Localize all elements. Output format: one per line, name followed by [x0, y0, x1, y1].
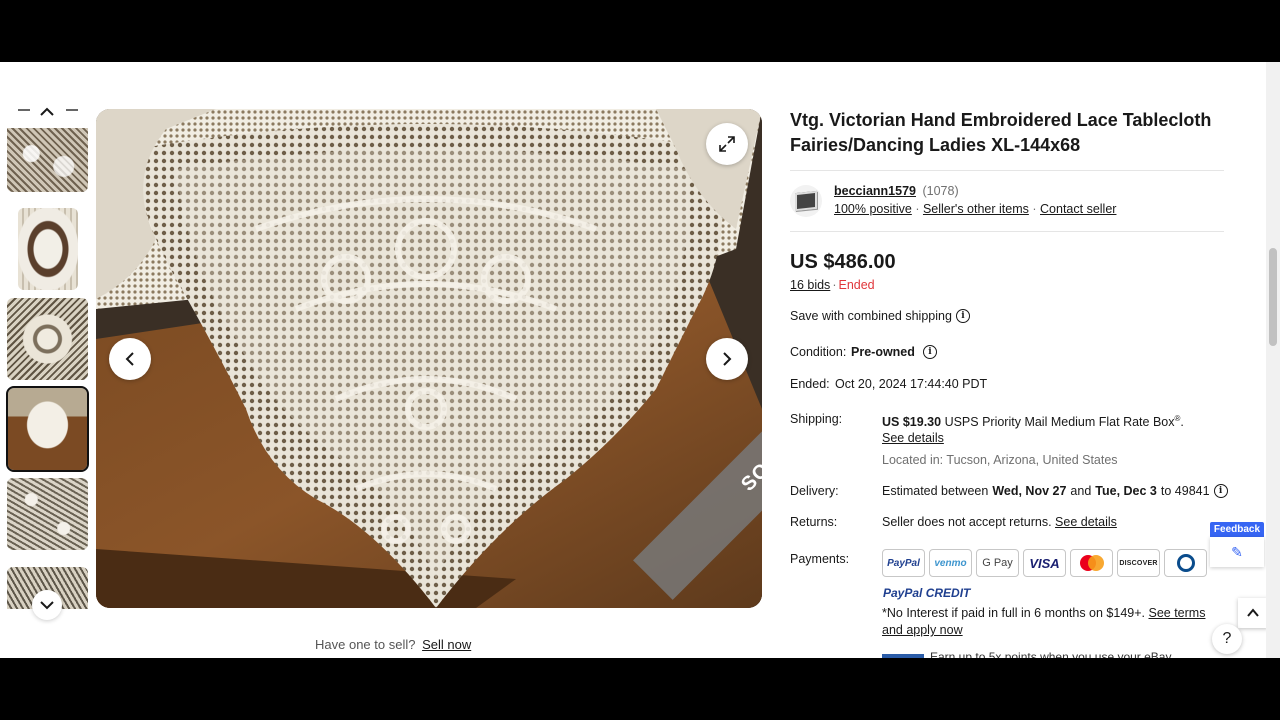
ended-value: Oct 20, 2024 17:44:40 PDT	[835, 377, 988, 391]
next-image-button[interactable]	[706, 338, 748, 380]
earn-points-text: Earn up to 5x points when you use your e…	[930, 650, 1172, 658]
returns-see-details-link[interactable]: See details	[1055, 515, 1117, 529]
thumbnail-3[interactable]	[7, 298, 88, 380]
price: US $486.00	[790, 251, 896, 273]
fullscreen-button[interactable]	[706, 123, 748, 165]
seller-name-link[interactable]: becciann1579	[834, 184, 916, 198]
seller-positive-link[interactable]: 100% positive	[834, 202, 912, 216]
shipping-method: USPS Priority Mail Medium Flat Rate Box	[944, 415, 1175, 430]
divider	[790, 231, 1224, 232]
delivery-prefix: Estimated between	[882, 484, 989, 498]
bids-link[interactable]: 16 bids	[790, 278, 830, 292]
payment-methods: PayPal venmo G Pay VISA DISCOVER	[882, 549, 1207, 577]
returns-label: Returns:	[790, 515, 838, 529]
paypal-icon: PayPal	[882, 549, 925, 577]
shipping-label: Shipping:	[790, 412, 843, 426]
delivery-and: and	[1070, 484, 1092, 498]
condition-row: Condition: Pre-owned i	[790, 345, 937, 359]
seller-other-items-link[interactable]: Seller's other items	[923, 202, 1029, 216]
thumbnail-1[interactable]	[7, 128, 88, 192]
delivery-start: Wed, Nov 27	[992, 484, 1067, 498]
feedback-tab[interactable]: Feedback	[1210, 522, 1264, 537]
sell-now-link[interactable]: Sell now	[422, 637, 471, 652]
separator: ·	[1032, 202, 1037, 216]
thumbnail-scroll-down-button[interactable]	[32, 590, 62, 620]
listing-page: SOLD Have one to sell? Sell now Vtg. Vic…	[0, 62, 1280, 658]
divider	[790, 170, 1224, 171]
chevron-left-icon	[125, 352, 134, 366]
shipping-details-row: See details	[882, 431, 944, 445]
mastercard-icon	[1070, 549, 1113, 577]
seller-links: 100% positive · Seller's other items · C…	[834, 202, 1116, 216]
google-pay-icon: G Pay	[976, 549, 1019, 577]
seller-name-row: becciann1579 (1078)	[834, 184, 959, 198]
ended-label: Ended:	[790, 377, 830, 391]
shipping-row: Shipping: US $19.30 USPS Priority Mail M…	[790, 412, 1184, 429]
feedback-icon[interactable]: ✎	[1210, 537, 1264, 567]
chevron-up-icon	[40, 107, 54, 116]
chevron-down-icon	[40, 601, 54, 610]
chevron-right-icon	[723, 352, 732, 366]
thumbnail-5[interactable]	[7, 478, 88, 550]
sell-prompt: Have one to sell? Sell now	[315, 637, 471, 652]
returns-text: Seller does not accept returns.	[882, 515, 1052, 529]
visa-icon: VISA	[1023, 549, 1066, 577]
ended-row: Ended: Oct 20, 2024 17:44:40 PDT	[790, 377, 987, 391]
payments-row: Payments:	[790, 552, 849, 566]
thumbnail-scroll-up-button[interactable]	[30, 98, 64, 126]
paypal-credit-logo: PayPal CREDIT	[883, 586, 971, 600]
separator: ·	[832, 278, 837, 292]
help-button[interactable]: ?	[1212, 624, 1242, 654]
shipping-period: .	[1180, 415, 1184, 430]
shipping-see-details-link[interactable]: See details	[882, 431, 944, 445]
status-badge: Ended	[838, 278, 875, 292]
listing-title: Vtg. Victorian Hand Embroidered Lace Tab…	[790, 110, 1212, 155]
shipping-cost: US $19.30	[882, 415, 942, 430]
info-icon[interactable]: i	[955, 309, 970, 323]
separator: ·	[915, 202, 920, 216]
payments-label: Payments:	[790, 552, 850, 566]
item-location: Located in: Tucson, Arizona, United Stat…	[882, 453, 1118, 467]
discover-icon: DISCOVER	[1117, 549, 1160, 577]
delivery-row: Delivery: Estimated between Wed, Nov 27 …	[790, 484, 1228, 498]
help-icon: ?	[1222, 630, 1232, 647]
sell-prompt-text: Have one to sell?	[315, 637, 416, 652]
delivery-zip: to 49841	[1160, 484, 1210, 498]
info-icon[interactable]: i	[922, 345, 937, 359]
back-to-top-button[interactable]	[1238, 598, 1268, 628]
main-product-image[interactable]: SOLD	[96, 109, 762, 608]
thumbnail-4-selected[interactable]	[6, 386, 89, 472]
diners-club-icon	[1164, 549, 1207, 577]
info-icon[interactable]: i	[1213, 484, 1228, 498]
venmo-icon: venmo	[929, 549, 972, 577]
page-scrollbar[interactable]	[1266, 62, 1280, 658]
combined-shipping-text: Save with combined shipping	[790, 309, 952, 323]
thumbnail-2[interactable]	[18, 208, 78, 290]
seller-card: becciann1579 (1078) 100% positive · Sell…	[790, 182, 1224, 222]
delivery-end: Tue, Dec 3	[1095, 484, 1157, 498]
paypal-credit-note: *No Interest if paid in full in 6 months…	[882, 605, 1212, 639]
listing-header: Vtg. Victorian Hand Embroidered Lace Tab…	[790, 108, 1225, 158]
condition-value: Pre-owned	[851, 345, 915, 359]
returns-row: Returns: Seller does not accept returns.…	[790, 515, 1117, 529]
delivery-label: Delivery:	[790, 484, 839, 498]
ebay-card-icon	[882, 653, 924, 658]
feedback-widget[interactable]: Feedback ✎	[1210, 522, 1264, 567]
combined-shipping: Save with combined shipping i	[790, 309, 970, 323]
back-to-top-icon	[1247, 608, 1259, 617]
seller-feedback-count: (1078)	[922, 184, 959, 198]
seller-avatar[interactable]	[790, 185, 822, 217]
contact-seller-link[interactable]: Contact seller	[1040, 202, 1116, 216]
paypal-credit-text: *No Interest if paid in full in 6 months…	[882, 606, 1146, 620]
earn-points-promo: Earn up to 5x points when you use your e…	[882, 650, 1171, 658]
bids-row: 16 bids · Ended	[790, 278, 875, 292]
condition-label: Condition:	[790, 345, 847, 359]
scrollbar-thumb[interactable]	[1269, 248, 1277, 346]
previous-image-button[interactable]	[109, 338, 151, 380]
expand-icon	[719, 136, 735, 152]
